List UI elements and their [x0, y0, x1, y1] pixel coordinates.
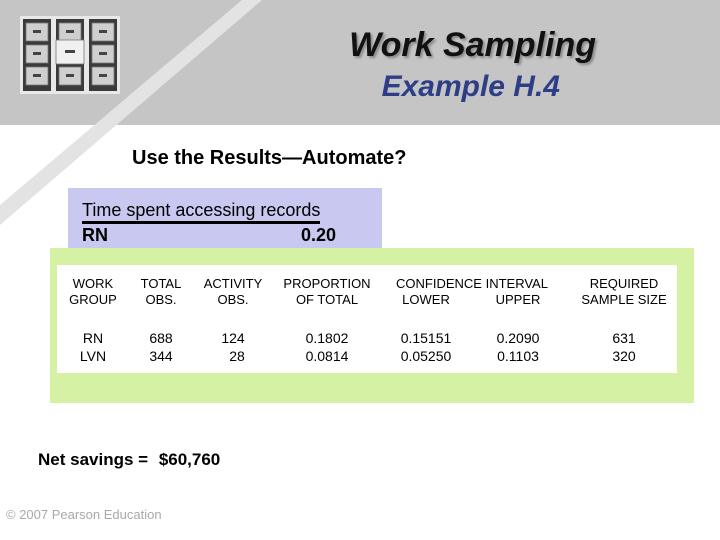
- table-cell: 124: [221, 330, 245, 346]
- net-savings: Net savings = $60,760: [38, 450, 220, 470]
- header-proportion-line2: OF TOTAL: [295, 292, 359, 307]
- header-upper: UPPER: [495, 292, 541, 307]
- net-savings-value: $60,760: [158, 450, 221, 469]
- header-work-group-line2: GROUP: [69, 292, 117, 307]
- copyright-footer: © 2007 Pearson Education: [6, 507, 162, 522]
- table-cell: 0.1103: [497, 348, 539, 364]
- header-activity-obs-line2: OBS.: [217, 292, 249, 307]
- slide-subtitle: Example H.4: [381, 70, 560, 103]
- header-work-group: WORK GROUP: [56, 276, 130, 308]
- table-cell: 0.2090: [496, 330, 540, 346]
- header-total-obs-line2: OBS.: [145, 292, 177, 307]
- table-cell: RN: [82, 330, 104, 346]
- table-cell: 0.15151: [400, 330, 452, 346]
- highlight-row-label: RN: [82, 225, 108, 245]
- header-required-line2: SAMPLE SIZE: [581, 292, 667, 307]
- header-total-obs: TOTAL OBS.: [130, 276, 192, 308]
- table-cell: 0.1802: [305, 330, 349, 346]
- header-required-sample-size: REQUIRED SAMPLE SIZE: [568, 276, 680, 308]
- table-cell: 0.0814: [305, 348, 349, 364]
- file-cabinet-icon: [20, 16, 120, 94]
- header-total-obs-line1: TOTAL: [140, 276, 182, 291]
- highlight-label: Time spent accessing records: [82, 200, 321, 224]
- header-proportion: PROPORTION OF TOTAL: [274, 276, 380, 308]
- column-upper: 0.2090 0.1103: [476, 329, 560, 365]
- net-savings-label: Net savings =: [38, 450, 149, 469]
- slide-heading: Use the Results—Automate?: [132, 147, 407, 169]
- column-total-obs: 688 344: [130, 329, 192, 365]
- table-cell: 688: [149, 330, 173, 346]
- highlight-row-value: 0.20: [300, 225, 336, 245]
- table-cell: 344: [149, 348, 173, 364]
- highlight-content: Time spent accessing records RN 0.20: [82, 200, 370, 246]
- header-lower: LOWER: [402, 292, 450, 307]
- table-cell: 0.05250: [400, 348, 452, 364]
- column-required-sample-size: 631 320: [568, 329, 680, 365]
- column-lower: 0.15151 0.05250: [384, 329, 468, 365]
- table-cell: 320: [612, 348, 636, 364]
- header-confidence-interval: CONFIDENCE INTERVAL: [396, 276, 548, 291]
- header-work-group-line1: WORK: [72, 276, 114, 291]
- highlight-row: RN 0.20: [82, 221, 370, 246]
- table-cell: 28: [229, 348, 245, 364]
- column-activity-obs: 124 28: [196, 329, 270, 365]
- table-cell: LVN: [79, 348, 107, 364]
- slide-title: Work Sampling: [349, 26, 596, 64]
- table-cell: 631: [612, 330, 636, 346]
- column-work-group: RN LVN: [56, 329, 130, 365]
- column-proportion: 0.1802 0.0814: [274, 329, 380, 365]
- header-proportion-line1: PROPORTION: [283, 276, 371, 291]
- header-activity-obs: ACTIVITY OBS.: [196, 276, 270, 308]
- header-activity-obs-line1: ACTIVITY: [203, 276, 263, 291]
- header-required-line1: REQUIRED: [589, 276, 659, 291]
